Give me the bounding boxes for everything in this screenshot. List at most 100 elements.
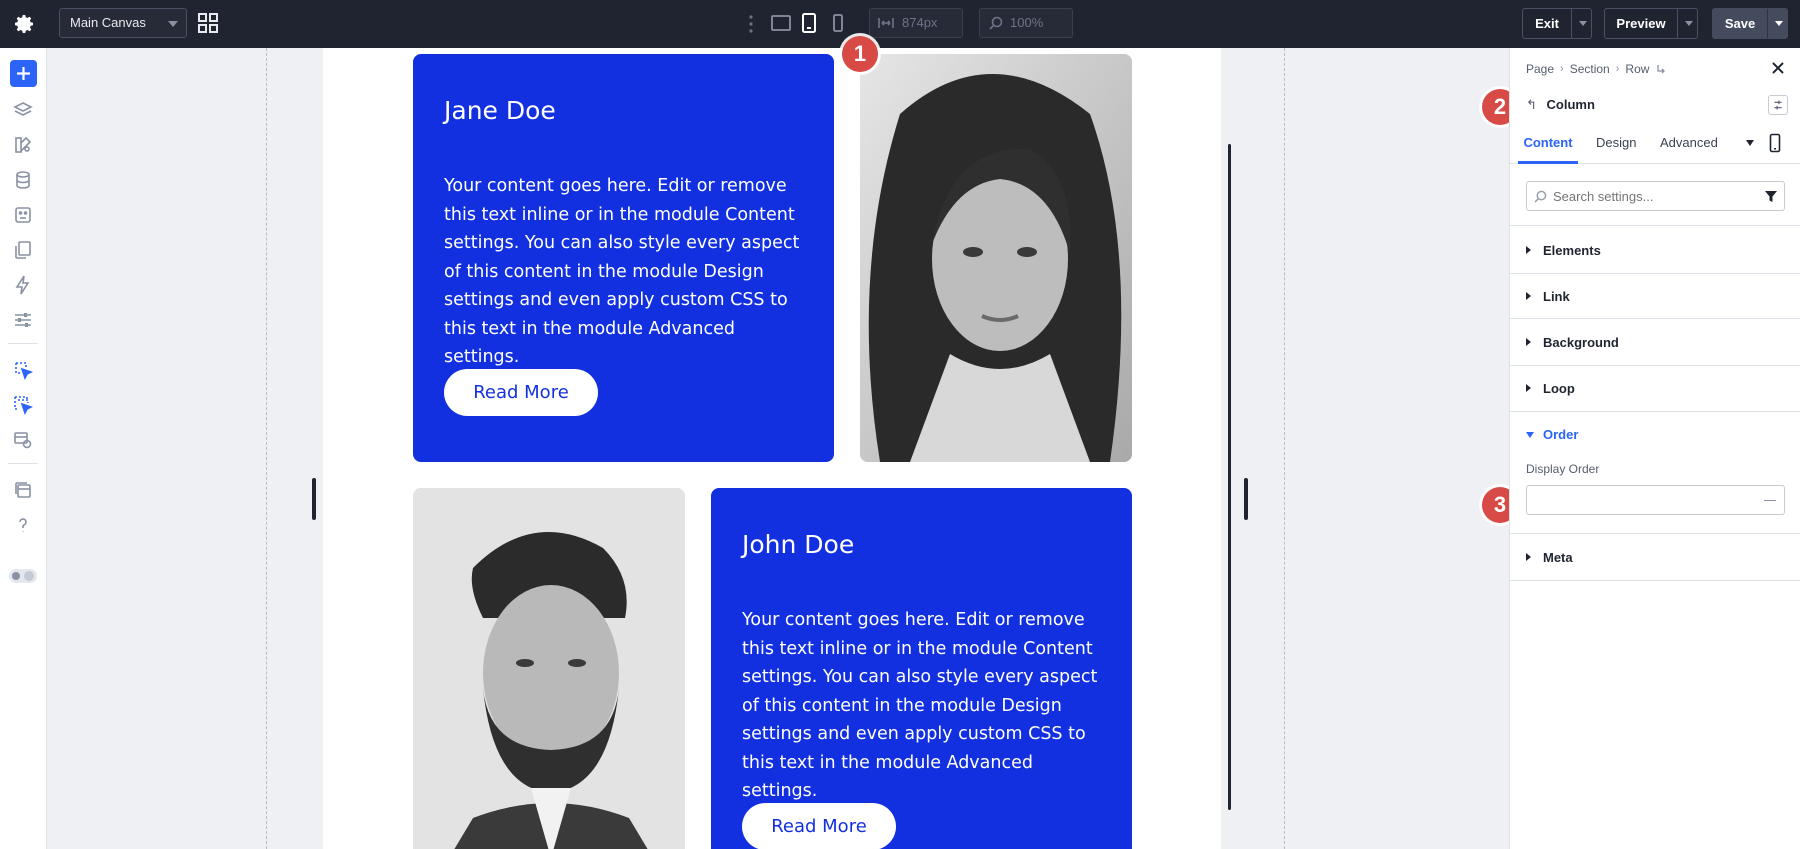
zoom-field[interactable]: 100% (979, 8, 1073, 38)
global-modules-icon[interactable] (13, 430, 33, 450)
corner-arrow-icon (1657, 65, 1666, 74)
section-label: Background (1543, 335, 1619, 350)
read-more-button[interactable]: Read More (742, 803, 896, 849)
section-label: Meta (1543, 550, 1573, 565)
breadcrumb-row[interactable]: Row (1625, 62, 1649, 76)
card-body-text: Your content goes here. Edit or remove t… (444, 176, 800, 367)
section-label: Elements (1543, 243, 1601, 258)
divider (1767, 9, 1768, 38)
settings-search-input[interactable] (1526, 181, 1785, 211)
blurb-card-jane[interactable]: Jane Doe Your content goes here. Edit or… (413, 54, 834, 462)
settings-panel: Page › Section › Row ↰ Column Content De… (1509, 48, 1800, 849)
layouts-grid-icon[interactable] (197, 12, 219, 34)
tab-design[interactable]: Design (1596, 128, 1636, 164)
layouts-library-icon[interactable] (13, 480, 33, 500)
section-background[interactable]: Background (1510, 319, 1800, 366)
desktop-view-icon[interactable] (770, 12, 792, 34)
settings-sliders-icon[interactable] (13, 310, 33, 330)
portrait-man-image (413, 488, 685, 849)
caret-down-icon (1526, 432, 1534, 438)
tablet-view-icon[interactable] (800, 12, 818, 34)
tab-content[interactable]: Content (1518, 128, 1578, 164)
phone-view-icon[interactable] (1769, 133, 1781, 153)
breadcrumb: Page › Section › Row (1526, 62, 1667, 76)
section-meta[interactable]: Meta (1510, 534, 1800, 581)
blurb-card-john[interactable]: John Doe Your content goes here. Edit or… (711, 488, 1132, 849)
theme-builder-icon[interactable] (13, 135, 33, 155)
preview-label: Preview (1616, 16, 1666, 31)
portability-icon[interactable] (13, 205, 33, 225)
read-more-button[interactable]: Read More (444, 369, 598, 416)
chevron-down-icon[interactable] (1685, 21, 1693, 26)
select-cursor-icon[interactable] (13, 360, 33, 380)
divider (8, 463, 38, 464)
card-heading: Jane Doe (444, 96, 556, 125)
panel-title-text: Column (1546, 97, 1595, 112)
caret-right-icon (1526, 246, 1531, 254)
close-icon[interactable] (1770, 60, 1786, 76)
save-button[interactable]: Save (1712, 8, 1788, 39)
tab-advanced[interactable]: Advanced (1660, 128, 1718, 164)
database-icon[interactable] (13, 170, 33, 190)
page-preview: Jane Doe Your content goes here. Edit or… (323, 48, 1221, 849)
divider (1677, 9, 1678, 38)
toggle-knob-icon (24, 571, 34, 581)
gear-icon[interactable] (12, 12, 36, 36)
filter-icon[interactable] (1764, 189, 1778, 203)
section-order[interactable]: Order Display Order (1510, 412, 1800, 534)
zoom-value: 100% (1010, 15, 1044, 30)
section-label: Link (1543, 289, 1570, 304)
section-elements[interactable]: Elements (1510, 227, 1800, 274)
panel-tabs: Content Design Advanced (1510, 128, 1800, 164)
card-heading: John Doe (742, 530, 855, 559)
section-label: Loop (1543, 381, 1575, 396)
back-arrow-icon[interactable]: ↰ (1526, 97, 1537, 112)
resize-handle-left[interactable] (312, 478, 316, 520)
breadcrumb-page[interactable]: Page (1526, 62, 1554, 76)
column-structure-icon[interactable] (1768, 95, 1788, 115)
multi-select-icon[interactable] (13, 395, 33, 415)
caret-right-icon (1526, 553, 1531, 561)
left-sidebar (0, 48, 47, 849)
search-icon (989, 16, 1003, 30)
portrait-photo-man (413, 488, 685, 849)
width-arrows-icon (878, 18, 894, 28)
canvas-select-value: Main Canvas (70, 15, 146, 30)
resize-handle-right[interactable] (1244, 478, 1248, 520)
phone-view-icon[interactable] (830, 12, 846, 34)
search-icon (1534, 190, 1547, 203)
section-link[interactable]: Link (1510, 274, 1800, 319)
chevron-down-icon[interactable] (1579, 21, 1587, 26)
card-body-text: Your content goes here. Edit or remove t… (742, 610, 1098, 801)
portrait-photo-woman (860, 54, 1132, 462)
drag-dots-icon (749, 15, 753, 33)
canvas-width-value: 874px (902, 15, 938, 30)
row-resize-rail[interactable] (1228, 144, 1231, 810)
canvas-width-field[interactable]: 874px (869, 8, 963, 38)
display-order-input[interactable] (1526, 485, 1785, 515)
save-label: Save (1724, 16, 1756, 31)
section-label: Order (1543, 427, 1579, 442)
chevron-right-icon: › (1560, 63, 1564, 75)
layers-icon[interactable] (13, 100, 33, 120)
exit-label: Exit (1535, 16, 1559, 31)
divider (8, 343, 38, 344)
exit-button[interactable]: Exit (1522, 8, 1592, 39)
breadcrumb-section[interactable]: Section (1570, 62, 1610, 76)
chevron-down-icon[interactable] (1746, 140, 1754, 146)
builder-canvas: Jane Doe Your content goes here. Edit or… (48, 48, 1509, 849)
divider (1571, 9, 1572, 38)
minus-icon[interactable] (1764, 500, 1776, 501)
portrait-woman-image (860, 54, 1132, 462)
add-module-icon[interactable] (10, 60, 37, 87)
caret-right-icon (1526, 292, 1531, 300)
dark-mode-toggle[interactable] (9, 569, 37, 583)
pages-icon[interactable] (13, 240, 33, 260)
lightning-icon[interactable] (13, 275, 33, 295)
section-loop[interactable]: Loop (1510, 366, 1800, 412)
chevron-down-icon[interactable] (1775, 21, 1783, 26)
settings-search-area (1510, 165, 1800, 226)
preview-button[interactable]: Preview (1604, 8, 1698, 39)
canvas-select[interactable]: Main Canvas (59, 8, 187, 38)
help-icon[interactable] (13, 515, 33, 535)
